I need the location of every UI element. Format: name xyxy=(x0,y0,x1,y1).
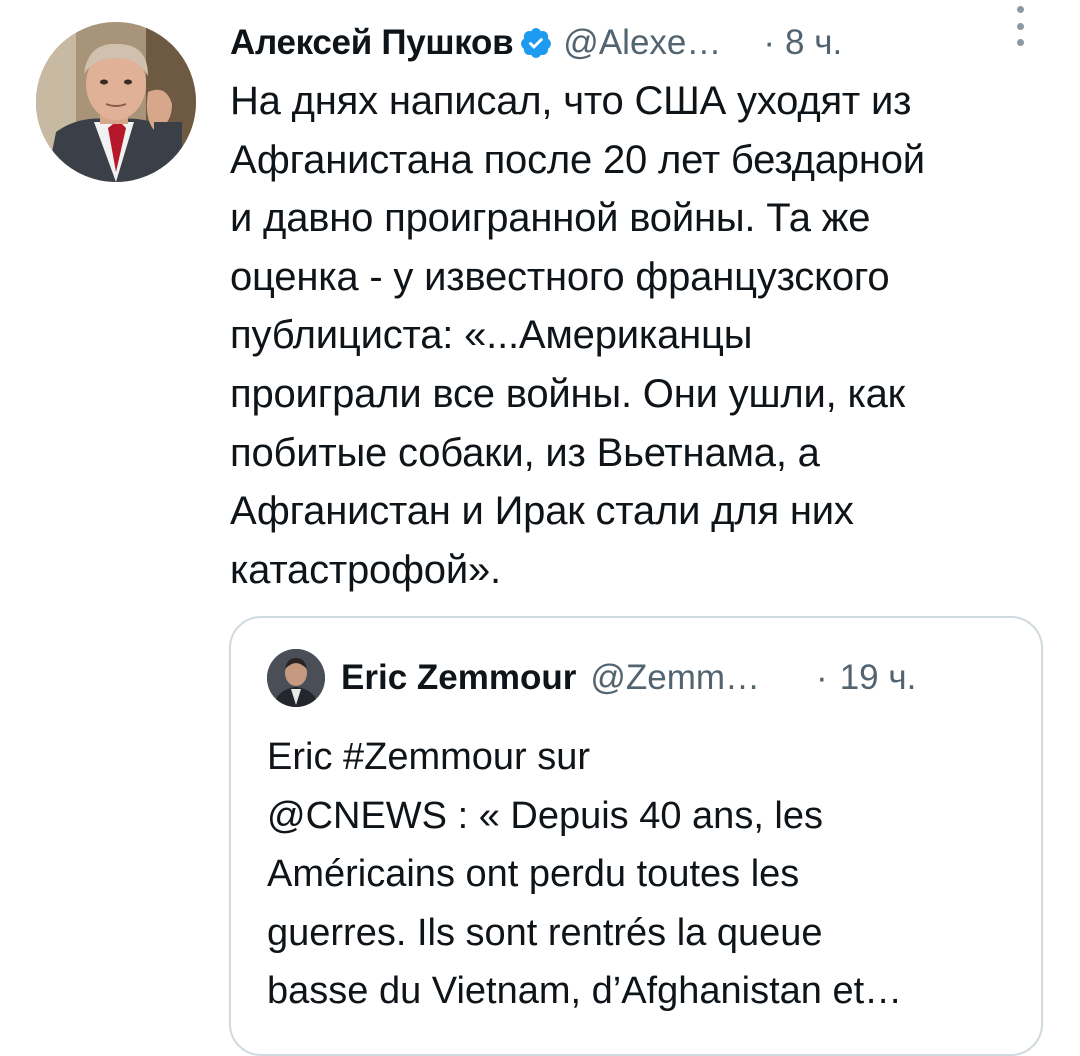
quoted-tweet[interactable]: Eric Zemmour @Zemm… · 19 ч. Eric #Zemmou… xyxy=(229,616,1043,1056)
separator-dot: · xyxy=(763,23,776,62)
author-avatar[interactable] xyxy=(36,22,196,182)
verified-badge-icon xyxy=(521,28,552,58)
quoted-tweet-text: Eric #Zemmour sur @CNEWS : « Depuis 40 a… xyxy=(267,736,903,1012)
quoted-tweet-header: Eric Zemmour @Zemm… · 19 ч. xyxy=(267,648,916,708)
quoted-author-avatar xyxy=(267,649,325,707)
tweet-text: На днях написал, что США уходят из Афган… xyxy=(230,79,925,592)
tweet-timestamp[interactable]: 8 ч. xyxy=(785,23,842,63)
tweet[interactable]: Алексей Пушков @Alexe… · 8 ч. На днях на… xyxy=(0,0,1080,1056)
quoted-tweet-timestamp: 19 ч. xyxy=(839,658,917,697)
more-vertical-icon[interactable] xyxy=(1010,6,1030,46)
quoted-separator-dot: · xyxy=(816,658,828,697)
author-handle[interactable]: @Alexe… xyxy=(563,23,721,63)
author-name[interactable]: Алексей Пушков xyxy=(230,23,514,63)
quoted-author-name: Eric Zemmour xyxy=(341,658,577,697)
quoted-author-handle: @Zemm… xyxy=(590,658,761,697)
tweet-header: Алексей Пушков @Alexe… · 8 ч. xyxy=(230,18,1050,68)
